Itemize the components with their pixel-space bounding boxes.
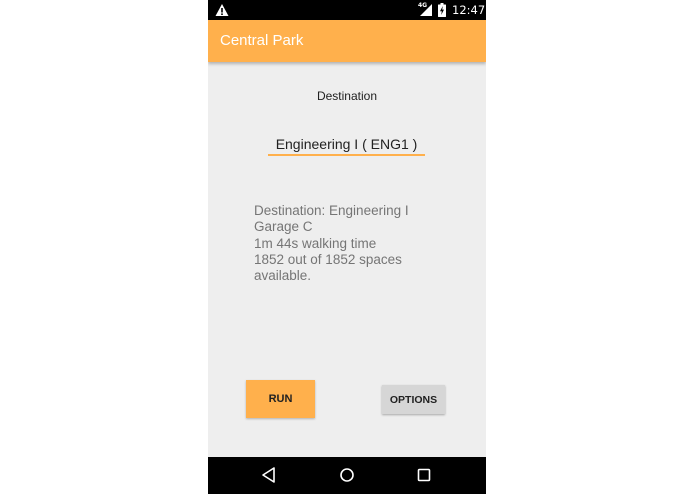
run-button[interactable]: RUN — [246, 380, 315, 418]
phone-screen: 4G 12:47 Central Park Destination Destin… — [208, 0, 486, 494]
status-clock: 12:47 — [452, 3, 486, 17]
destination-input[interactable] — [268, 134, 425, 156]
result-walking-time-line: 1m 44s walking time — [254, 235, 377, 251]
result-destination-line: Destination: Engineering I — [254, 203, 409, 218]
result-garage-line: Garage C — [254, 219, 313, 235]
network-type-label: 4G — [418, 2, 428, 9]
result-available-line: available. — [254, 268, 312, 284]
app-bar: Central Park — [208, 20, 486, 62]
battery-charging-icon — [438, 3, 446, 17]
home-circle-icon[interactable] — [338, 466, 356, 484]
back-triangle-icon[interactable] — [260, 466, 278, 484]
navigation-bar — [208, 457, 486, 494]
options-button[interactable]: OPTIONS — [382, 385, 445, 414]
app-title: Central Park — [220, 32, 304, 49]
recents-square-icon[interactable] — [415, 466, 433, 484]
warning-icon — [215, 4, 229, 16]
destination-label: Destination — [316, 89, 378, 103]
status-bar: 4G 12:47 — [208, 0, 486, 20]
result-text: Destination: Engineering I Garage C 1m 4… — [254, 203, 464, 284]
result-spaces-line: 1852 out of 1852 spaces — [254, 251, 402, 267]
